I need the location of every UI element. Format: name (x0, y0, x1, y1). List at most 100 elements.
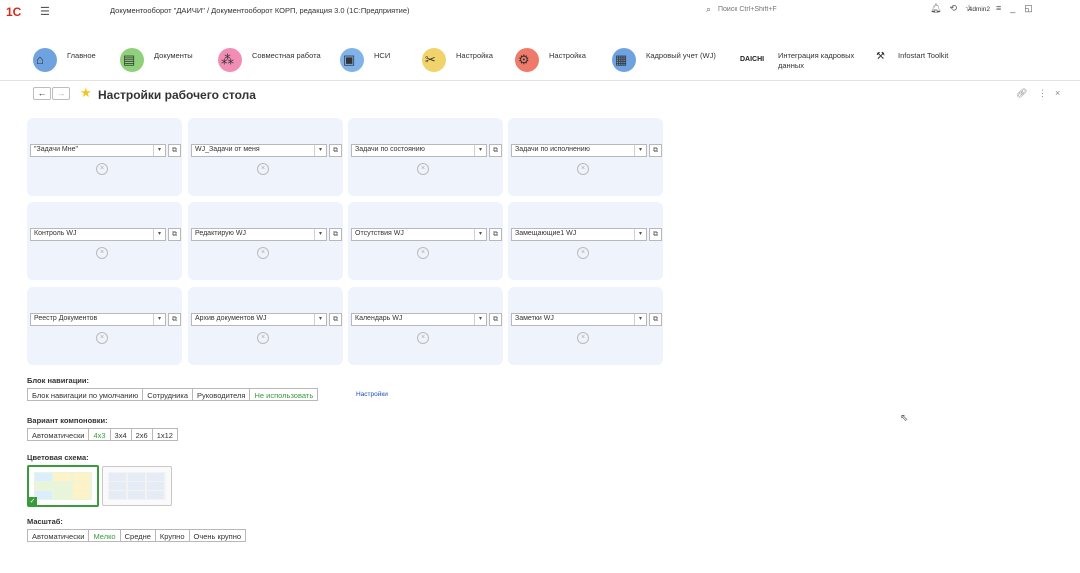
section-main[interactable]: ⌂ Главное (33, 46, 118, 76)
scale-option-medium[interactable]: Средне (119, 529, 156, 542)
open-icon[interactable]: ⧉ (489, 144, 502, 157)
widget-select[interactable]: Календарь WJ ▾ (351, 313, 487, 326)
open-icon[interactable]: ⧉ (168, 144, 181, 157)
menu-icon[interactable]: ☰ (40, 5, 50, 18)
chevron-down-icon[interactable]: ▾ (474, 229, 486, 240)
remove-widget-icon[interactable]: × (417, 247, 429, 259)
layout-variant-selector: Автоматически 4x3 3x4 2x6 1x12 (27, 428, 178, 441)
close-icon[interactable]: × (1055, 88, 1060, 98)
open-icon[interactable]: ⧉ (489, 228, 502, 241)
widget-select[interactable]: Задачи по состоянию ▾ (351, 144, 487, 157)
nav-settings-link[interactable]: Настройки (356, 391, 388, 398)
widget-select[interactable]: Редактирую WJ ▾ (191, 228, 327, 241)
section-settings-tools[interactable]: ✂ Настройка (422, 46, 502, 76)
remove-widget-icon[interactable]: × (577, 163, 589, 175)
section-hr-integration[interactable]: DAICHI Интеграция кадровых данных (740, 46, 870, 76)
chevron-down-icon[interactable]: ▾ (314, 145, 326, 156)
section-collaboration[interactable]: ⁂ Совместная работа (218, 46, 333, 76)
section-infostart-toolkit[interactable]: ⚒ Infostart Toolkit (876, 46, 966, 76)
remove-widget-icon[interactable]: × (417, 163, 429, 175)
favorite-star-icon[interactable]: ★ (80, 85, 92, 101)
open-icon[interactable]: ⧉ (649, 144, 662, 157)
back-button[interactable]: ← (33, 87, 51, 100)
widget-select[interactable]: WJ_Задачи от меня ▾ (191, 144, 327, 157)
chevron-down-icon[interactable]: ▾ (634, 145, 646, 156)
chevron-down-icon[interactable]: ▾ (153, 145, 165, 156)
section-settings[interactable]: ⚙ Настройка (515, 46, 595, 76)
nav-option-none[interactable]: Не использовать (249, 388, 319, 401)
widget-select-value: WJ_Задачи от меня (195, 146, 260, 153)
open-icon[interactable]: ⧉ (649, 313, 662, 326)
open-icon[interactable]: ⧉ (489, 313, 502, 326)
history-icon[interactable]: ⟲ (949, 3, 957, 13)
nav-option-default[interactable]: Блок навигации по умолчанию (27, 388, 144, 401)
widget-select[interactable]: Замещающие1 WJ ▾ (511, 228, 647, 241)
link-icon[interactable]: 🔗︎ (1016, 88, 1027, 99)
chevron-down-icon[interactable]: ▾ (474, 314, 486, 325)
section-documents[interactable]: ▤ Документы (120, 46, 205, 76)
layout-option-4x3[interactable]: 4x3 (88, 428, 111, 441)
remove-widget-icon[interactable]: × (257, 163, 269, 175)
chevron-down-icon[interactable]: ▾ (153, 314, 165, 325)
chevron-down-icon[interactable]: ▾ (634, 229, 646, 240)
user-name[interactable]: Admin2 (968, 6, 990, 13)
chevron-down-icon[interactable]: ▾ (314, 229, 326, 240)
widget-select[interactable]: Задачи по исполнению ▾ (511, 144, 647, 157)
open-icon[interactable]: ⧉ (329, 144, 342, 157)
selected-check-icon: ✓ (28, 497, 37, 506)
nav-option-manager[interactable]: Руководителя (192, 388, 251, 401)
remove-widget-icon[interactable]: × (96, 247, 108, 259)
color-scheme-option-gray[interactable] (102, 466, 172, 506)
scale-option-small[interactable]: Мелко (88, 529, 121, 542)
settings-menu-icon[interactable]: ≡ (996, 3, 1001, 13)
scale-option-large[interactable]: Крупно (154, 529, 190, 542)
widget-select[interactable]: Реестр Документов ▾ (30, 313, 166, 326)
remove-widget-icon[interactable]: × (577, 247, 589, 259)
remove-widget-icon[interactable]: × (257, 332, 269, 344)
widget-select-value: Календарь WJ (355, 315, 403, 322)
layout-option-auto[interactable]: Автоматически (27, 428, 90, 441)
nav-option-employee[interactable]: Сотрудника (142, 388, 193, 401)
open-icon[interactable]: ⧉ (329, 313, 342, 326)
scale-option-auto[interactable]: Автоматически (27, 529, 90, 542)
section-hr[interactable]: ▦ Кадровый учет (WJ) (612, 46, 727, 76)
open-icon[interactable]: ⧉ (168, 228, 181, 241)
color-scheme-option-color[interactable]: ✓ (27, 465, 99, 507)
widget-select[interactable]: Контроль WJ ▾ (30, 228, 166, 241)
chevron-down-icon[interactable]: ▾ (634, 314, 646, 325)
global-search[interactable]: ⌕ (706, 4, 866, 16)
layout-option-2x6[interactable]: 2x6 (130, 428, 153, 441)
maximize-icon[interactable]: ◱ (1024, 3, 1033, 13)
widget-select[interactable]: Заметки WJ ▾ (511, 313, 647, 326)
chevron-down-icon[interactable]: ▾ (314, 314, 326, 325)
remove-widget-icon[interactable]: × (577, 332, 589, 344)
layout-option-3x4[interactable]: 3x4 (109, 428, 132, 441)
remove-widget-icon[interactable]: × (417, 332, 429, 344)
open-icon[interactable]: ⧉ (329, 228, 342, 241)
remove-widget-icon[interactable]: × (96, 332, 108, 344)
open-icon[interactable]: ⧉ (649, 228, 662, 241)
forward-button[interactable]: → (52, 87, 70, 100)
widget-select-value: Отсутствия WJ (355, 230, 404, 237)
remove-widget-icon[interactable]: × (257, 247, 269, 259)
remove-widget-icon[interactable]: × (96, 163, 108, 175)
widget-select[interactable]: "Задачи Мне" ▾ (30, 144, 166, 157)
chevron-down-icon[interactable]: ▾ (474, 145, 486, 156)
chevron-down-icon[interactable]: ▾ (153, 229, 165, 240)
layout-option-1x12[interactable]: 1x12 (151, 428, 178, 441)
widget-cell: Замещающие1 WJ ▾ ⧉ × (508, 202, 663, 280)
window-title: Документооборот "ДАИЧИ" / Документооборо… (110, 6, 410, 15)
widget-select[interactable]: Отсутствия WJ ▾ (351, 228, 487, 241)
more-actions-icon[interactable]: ⋮ (1038, 88, 1047, 99)
search-input[interactable] (718, 4, 858, 15)
section-nsi[interactable]: ▣ НСИ (340, 46, 410, 76)
widget-select[interactable]: Архив документов WJ ▾ (191, 313, 327, 326)
open-icon[interactable]: ⧉ (168, 313, 181, 326)
color-scheme-label: Цветовая схема: (27, 453, 89, 462)
documents-icon: ▤ (123, 52, 136, 67)
hr-icon: ▦ (615, 52, 628, 67)
scale-option-very-large[interactable]: Очень крупно (188, 529, 247, 542)
color-scheme-preview (108, 472, 166, 500)
bell-icon[interactable]: 🔔︎ (930, 3, 941, 13)
minimize-icon[interactable]: _ (1010, 3, 1015, 13)
